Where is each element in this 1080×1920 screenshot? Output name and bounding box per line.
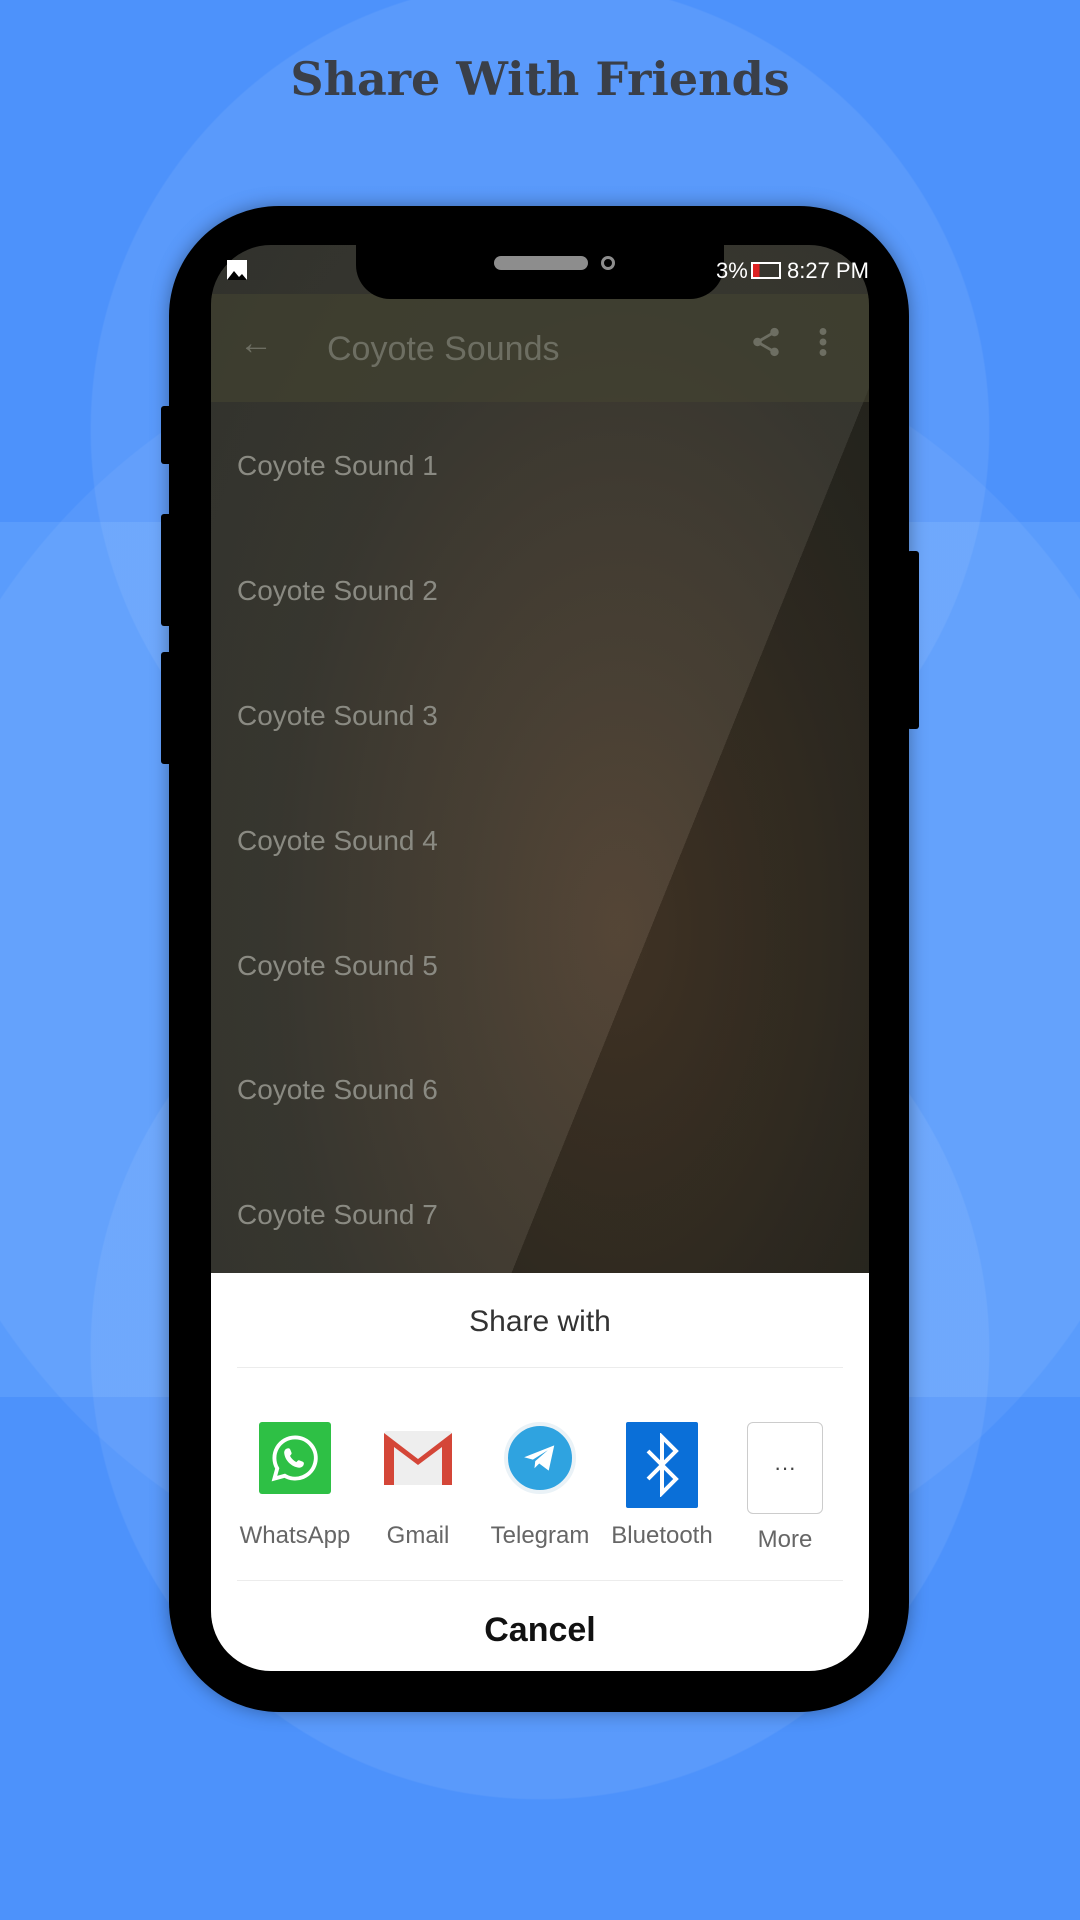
share-target-bluetooth[interactable]: Bluetooth bbox=[602, 1422, 722, 1550]
more-vert-icon[interactable] bbox=[817, 324, 829, 369]
phone-notch bbox=[356, 245, 724, 299]
share-target-label: More bbox=[757, 1526, 813, 1553]
list-item[interactable]: Coyote Sound 3 bbox=[237, 700, 438, 732]
promo-title: Share With Friends bbox=[290, 52, 790, 106]
share-target-label: WhatsApp bbox=[239, 1522, 351, 1549]
share-target-telegram[interactable]: Telegram bbox=[480, 1422, 600, 1550]
share-target-label: Bluetooth bbox=[611, 1522, 713, 1549]
status-time: 8:27 PM bbox=[787, 258, 869, 283]
share-target-more[interactable]: ··· More bbox=[725, 1422, 845, 1554]
telegram-icon bbox=[504, 1422, 576, 1494]
divider bbox=[237, 1367, 843, 1368]
phone-side-button bbox=[161, 514, 173, 626]
app-title: Coyote Sounds bbox=[327, 330, 560, 368]
phone-screen: ← Coyote Sounds Coyote Sound 1 Coyote So… bbox=[211, 245, 869, 1671]
cancel-button[interactable]: Cancel bbox=[211, 1611, 869, 1650]
list-item[interactable]: Coyote Sound 2 bbox=[237, 575, 438, 607]
list-item[interactable]: Coyote Sound 6 bbox=[237, 1074, 438, 1106]
list-item[interactable]: Coyote Sound 4 bbox=[237, 825, 438, 857]
more-horiz-icon: ··· bbox=[747, 1422, 823, 1514]
share-target-label: Telegram bbox=[490, 1522, 590, 1549]
list-item[interactable]: Coyote Sound 5 bbox=[237, 950, 438, 982]
list-item[interactable]: Coyote Sound 7 bbox=[237, 1199, 438, 1231]
phone-side-button bbox=[161, 406, 173, 464]
divider bbox=[237, 1580, 843, 1581]
bluetooth-icon bbox=[626, 1422, 698, 1508]
gmail-icon bbox=[382, 1422, 454, 1494]
share-target-gmail[interactable]: Gmail bbox=[358, 1422, 478, 1550]
list-item[interactable]: Coyote Sound 1 bbox=[237, 450, 438, 482]
share-target-label: Gmail bbox=[386, 1522, 450, 1549]
phone-speaker bbox=[494, 256, 588, 270]
battery-percent: 3% bbox=[716, 258, 748, 283]
arrow-left-icon[interactable]: ← bbox=[239, 324, 273, 363]
whatsapp-icon bbox=[259, 1422, 331, 1494]
share-target-whatsapp[interactable]: WhatsApp bbox=[235, 1422, 355, 1550]
battery-icon bbox=[751, 262, 781, 279]
share-sheet-title: Share with bbox=[469, 1305, 611, 1338]
image-notification-icon bbox=[227, 260, 247, 286]
phone-camera bbox=[601, 256, 615, 270]
share-icon[interactable] bbox=[749, 324, 783, 369]
share-sheet: Share with WhatsApp Gmail Telegram Bluet… bbox=[211, 1273, 869, 1671]
phone-side-button bbox=[161, 652, 173, 764]
phone-power-button bbox=[907, 551, 919, 729]
app-bar: ← Coyote Sounds bbox=[211, 294, 869, 402]
